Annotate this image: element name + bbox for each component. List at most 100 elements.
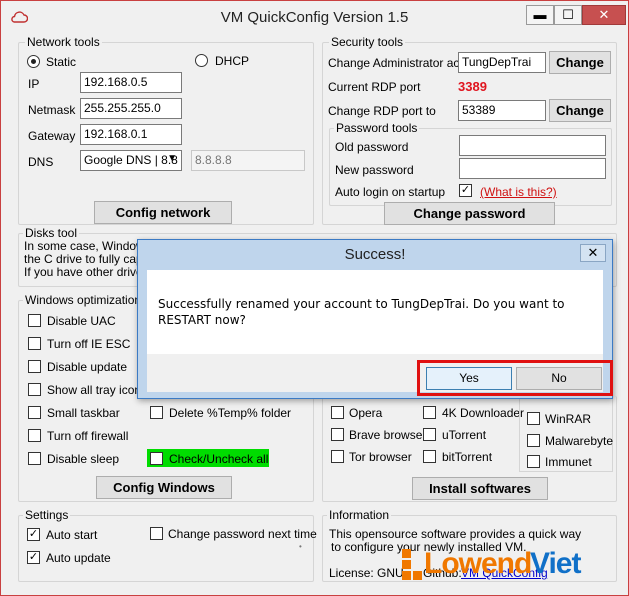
dialog-close-button[interactable]: ✕ (580, 244, 606, 262)
license-text: License: GNU (329, 566, 404, 580)
delete-temp-label: Delete %Temp% folder (169, 406, 292, 420)
old-password-input[interactable] (459, 135, 606, 156)
change-rdp-button[interactable]: Change (549, 99, 611, 122)
network-tools-label: Network tools (25, 35, 102, 49)
turn-off-ie-esc-checkbox[interactable] (28, 337, 41, 350)
immunet-checkbox[interactable] (527, 455, 540, 468)
success-dialog: Success! ✕ Successfully renamed your acc… (137, 239, 613, 399)
rdp-port-input[interactable]: 53389 (458, 100, 546, 121)
install-softwares-button[interactable]: Install softwares (412, 477, 548, 500)
dialog-footer: Yes No (147, 354, 613, 396)
new-password-input[interactable] (459, 158, 606, 179)
disks-text-line2: the C drive to fully capac (24, 252, 156, 266)
password-tools-group: Password tools Old password New password… (329, 121, 612, 206)
security-tools-label: Security tools (329, 35, 406, 49)
dns-ip-input: 8.8.8.8 (191, 150, 305, 171)
dhcp-radio[interactable] (195, 54, 208, 67)
dns-label: DNS (28, 155, 54, 169)
dns-select-value: Google DNS | 8.8 (84, 153, 178, 167)
netmask-label: Netmask (28, 103, 76, 117)
small-taskbar-label: Small taskbar (47, 406, 120, 420)
logo-mark-icon (402, 549, 422, 580)
what-is-this-link[interactable]: (What is this?) (480, 185, 557, 199)
new-password-label: New password (335, 163, 414, 177)
auto-start-checkbox[interactable]: ✓ (27, 528, 40, 541)
turn-off-firewall-checkbox[interactable] (28, 429, 41, 442)
admin-account-label: Change Administrator acc. (328, 56, 469, 70)
winrar-checkbox[interactable] (527, 412, 540, 425)
static-label: Static (46, 55, 77, 69)
admin-account-input[interactable]: TungDepTrai (458, 52, 546, 73)
dialog-title: Success! (344, 246, 406, 263)
title-bar: VM QuickConfig Version 1.5 ▬ ☐ ✕ (1, 1, 628, 33)
main-window: VM QuickConfig Version 1.5 ▬ ☐ ✕ Network… (0, 0, 629, 596)
auto-start-label: Auto start (46, 528, 98, 542)
delete-temp-checkbox[interactable] (150, 406, 163, 419)
auto-login-checkbox[interactable]: ✓ (459, 184, 472, 197)
utorrent-label: uTorrent (442, 428, 487, 442)
disable-sleep-checkbox[interactable] (28, 452, 41, 465)
ip-label: IP (28, 77, 40, 91)
config-network-button[interactable]: Config network (94, 201, 232, 224)
disable-uac-label: Disable UAC (47, 314, 116, 328)
info-line1: This opensource software provides a quic… (329, 527, 582, 541)
turn-off-ie-esc-label: Turn off IE ESC (47, 337, 131, 351)
lowendviet-logo: Lowend Viet (400, 547, 620, 583)
check-all-label: Check/Uncheck all (169, 452, 269, 466)
tor-checkbox[interactable] (331, 450, 344, 463)
logo-text-lowend: Lowend (424, 547, 532, 580)
opera-checkbox[interactable] (331, 406, 344, 419)
security-tools-group: Security tools Change Administrator acc.… (322, 35, 617, 225)
bittorrent-label: bitTorrent (442, 450, 493, 464)
check-all-checkbox[interactable] (150, 452, 163, 465)
netmask-input[interactable]: 255.255.255.0 (80, 98, 182, 119)
maximize-button[interactable]: ☐ (554, 5, 582, 25)
close-button[interactable]: ✕ (582, 5, 626, 25)
windows-optimization-label: Windows optimization (23, 293, 144, 307)
disks-text-line3: If you have other drives, (24, 265, 153, 279)
small-taskbar-checkbox[interactable] (28, 406, 41, 419)
gateway-input[interactable]: 192.168.0.1 (80, 124, 182, 145)
turn-off-firewall-label: Turn off firewall (47, 429, 129, 443)
change-password-button[interactable]: Change password (384, 202, 555, 225)
settings-group: Settings ✓ Auto start Change password ne… (18, 508, 317, 582)
disks-tool-label: Disks tool (23, 226, 80, 240)
brave-label: Brave browser (349, 428, 427, 442)
disable-update-checkbox[interactable] (28, 360, 41, 373)
malwarebyte-checkbox[interactable] (527, 434, 540, 447)
static-radio[interactable] (27, 55, 40, 68)
config-windows-button[interactable]: Config Windows (96, 476, 232, 499)
password-tools-label: Password tools (334, 121, 420, 135)
immunet-label: Immunet (545, 455, 592, 469)
dhcp-label: DHCP (215, 54, 250, 68)
disable-update-label: Disable update (47, 360, 128, 374)
auto-update-checkbox[interactable]: ✓ (27, 551, 40, 564)
brave-checkbox[interactable] (331, 428, 344, 441)
ip-input[interactable]: 192.168.0.5 (80, 72, 182, 93)
no-button[interactable]: No (516, 367, 602, 390)
malwarebyte-label: Malwarebyte (545, 434, 614, 448)
change-password-next-checkbox[interactable] (150, 527, 163, 540)
bittorrent-checkbox[interactable] (423, 450, 436, 463)
4k-downloader-checkbox[interactable] (423, 406, 436, 419)
yes-button[interactable]: Yes (426, 367, 512, 390)
4k-downloader-label: 4K Downloader (442, 406, 525, 420)
close-icon: ✕ (587, 245, 599, 260)
dns-select[interactable]: Google DNS | 8.8 ▼ (80, 150, 182, 171)
utorrent-checkbox[interactable] (423, 428, 436, 441)
auto-login-label: Auto login on startup (335, 185, 446, 199)
show-tray-icon-checkbox[interactable] (28, 383, 41, 396)
settings-dot: • (299, 542, 302, 551)
tor-label: Tor browser (349, 450, 412, 464)
chevron-down-icon: ▼ (167, 153, 177, 164)
auto-update-label: Auto update (46, 551, 111, 565)
current-rdp-value: 3389 (458, 79, 487, 94)
disable-uac-checkbox[interactable] (28, 314, 41, 327)
settings-label: Settings (23, 508, 71, 522)
information-label: Information (327, 508, 392, 522)
minimize-button[interactable]: ▬ (526, 5, 554, 25)
disable-sleep-label: Disable sleep (47, 452, 120, 466)
show-tray-icon-label: Show all tray icon (47, 383, 142, 397)
change-admin-button[interactable]: Change (549, 51, 611, 74)
old-password-label: Old password (335, 140, 409, 154)
